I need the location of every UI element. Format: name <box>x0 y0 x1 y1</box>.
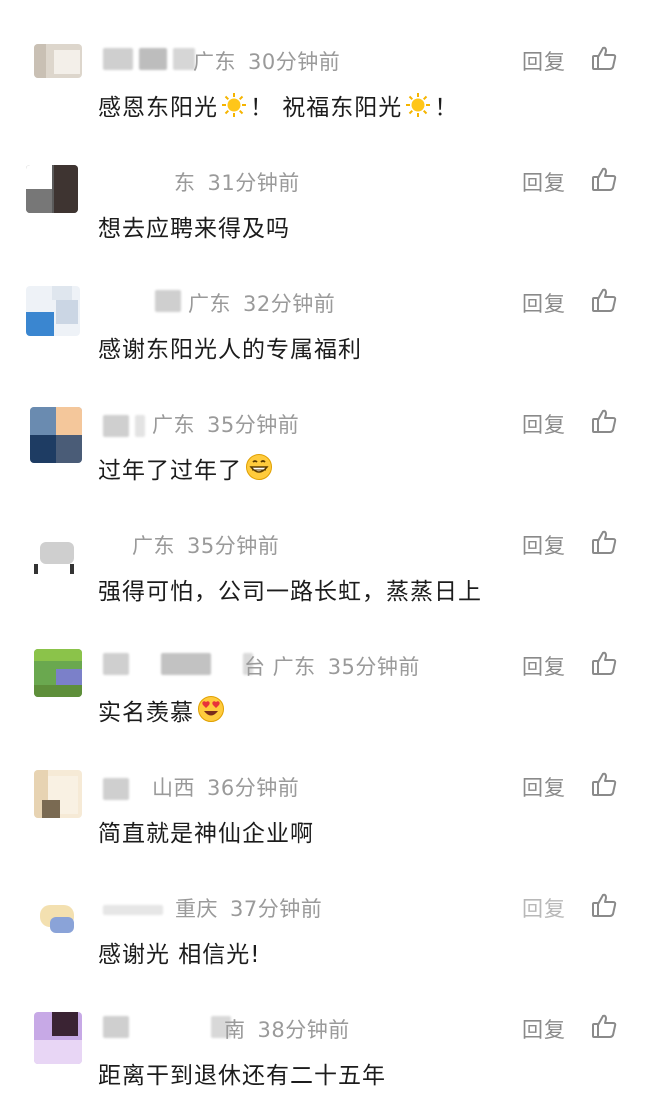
timestamp: 36分钟前 <box>207 776 300 800</box>
comment-list: 广东 30分钟前 感恩东阳光 ！ 祝福东阳光 ！ 回复 东 31分钟前 想去应聘来得… <box>0 0 650 1104</box>
avatar[interactable] <box>26 165 78 213</box>
reply-button[interactable]: 回复 <box>522 46 566 76</box>
avatar[interactable] <box>30 528 80 576</box>
thumbs-up-icon[interactable] <box>590 528 618 556</box>
comment-text: 强得可怕，公司一路长虹，蒸蒸日上 <box>98 579 482 605</box>
comment-item: 台 广东 35分钟前 实名羡慕 回复 <box>0 649 650 770</box>
reply-button[interactable]: 回复 <box>522 1014 566 1044</box>
comment-text: 想去应聘来得及吗 <box>98 216 290 242</box>
grinning-face-emoji <box>245 453 273 487</box>
username-blurred[interactable] <box>103 415 145 437</box>
thumbs-up-icon[interactable] <box>590 1012 618 1040</box>
location: 重庆 <box>175 897 218 921</box>
reply-button[interactable]: 回复 <box>522 772 566 802</box>
comment-meta: 东 31分钟前 <box>174 167 300 197</box>
comment-item: 广东 30分钟前 感恩东阳光 ！ 祝福东阳光 ！ 回复 <box>0 44 650 165</box>
location: 东 <box>174 171 196 195</box>
comment-meta: 广东 32分钟前 <box>188 288 335 318</box>
comment-meta: 广东 30分钟前 <box>193 46 340 76</box>
sun-emoji <box>221 92 247 124</box>
comment-item: 东 31分钟前 想去应聘来得及吗 回复 <box>0 165 650 286</box>
comment-meta: 广东 35分钟前 <box>132 530 279 560</box>
thumbs-up-icon[interactable] <box>590 649 618 677</box>
avatar[interactable] <box>30 407 82 463</box>
comment-text: 距离干到退休还有二十五年 <box>98 1063 386 1089</box>
avatar[interactable] <box>34 770 82 818</box>
thumbs-up-icon[interactable] <box>590 891 618 919</box>
reply-button[interactable]: 回复 <box>522 651 566 681</box>
timestamp: 38分钟前 <box>257 1018 350 1042</box>
comment-meta: 重庆 37分钟前 <box>175 893 322 923</box>
username-blurred[interactable] <box>103 653 253 675</box>
avatar[interactable] <box>34 649 82 697</box>
username-blurred[interactable] <box>103 1016 231 1038</box>
timestamp: 31分钟前 <box>207 171 300 195</box>
timestamp: 37分钟前 <box>230 897 323 921</box>
reply-button[interactable]: 回复 <box>522 893 566 923</box>
comment-text: 感恩东阳光 ！ 祝福东阳光 ！ <box>98 88 458 124</box>
thumbs-up-icon[interactable] <box>590 407 618 435</box>
avatar[interactable] <box>36 899 80 939</box>
timestamp: 32分钟前 <box>243 292 336 316</box>
location: 广东 <box>188 292 231 316</box>
comment-item: 山西 36分钟前 简直就是神仙企业啊 回复 <box>0 770 650 891</box>
comment-item: 广东 32分钟前 感谢东阳光人的专属福利 回复 <box>0 286 650 407</box>
comment-text: 过年了过年了 <box>98 451 276 487</box>
thumbs-up-icon[interactable] <box>590 165 618 193</box>
sun-emoji <box>405 92 431 124</box>
thumbs-up-icon[interactable] <box>590 770 618 798</box>
reply-button[interactable]: 回复 <box>522 530 566 560</box>
location: 广东 <box>193 50 236 74</box>
comment-item: 南 38分钟前 距离干到退休还有二十五年 回复 <box>0 1012 650 1104</box>
comment-item: 重庆 37分钟前 感谢光 相信光! 回复 <box>0 891 650 1012</box>
avatar[interactable] <box>34 44 82 78</box>
username-blurred[interactable] <box>103 778 129 800</box>
username-blurred[interactable] <box>103 899 163 921</box>
username-blurred[interactable] <box>155 290 181 312</box>
timestamp: 35分钟前 <box>207 413 300 437</box>
comment-item: 广东 35分钟前 强得可怕，公司一路长虹，蒸蒸日上 回复 <box>0 528 650 649</box>
timestamp: 35分钟前 <box>327 655 420 679</box>
timestamp: 30分钟前 <box>248 50 341 74</box>
location: 台 广东 <box>244 655 316 679</box>
location: 广东 <box>152 413 195 437</box>
comment-meta: 台 广东 35分钟前 <box>244 651 420 681</box>
avatar[interactable] <box>34 1012 82 1064</box>
comment-meta: 南 38分钟前 <box>224 1014 350 1044</box>
reply-button[interactable]: 回复 <box>522 288 566 318</box>
comment-text: 感谢光 相信光! <box>98 942 261 968</box>
comment-text: 实名羡慕 <box>98 693 228 729</box>
reply-button[interactable]: 回复 <box>522 167 566 197</box>
comment-meta: 山西 36分钟前 <box>152 772 299 802</box>
location: 南 <box>224 1018 246 1042</box>
comment-meta: 广东 35分钟前 <box>152 409 299 439</box>
heart-eyes-emoji <box>197 695 225 729</box>
comment-text: 感谢东阳光人的专属福利 <box>98 337 362 363</box>
thumbs-up-icon[interactable] <box>590 44 618 72</box>
comment-text: 简直就是神仙企业啊 <box>98 821 314 847</box>
thumbs-up-icon[interactable] <box>590 286 618 314</box>
location: 广东 <box>132 534 175 558</box>
location: 山西 <box>152 776 195 800</box>
comment-item: 广东 35分钟前 过年了过年了 回复 <box>0 407 650 528</box>
avatar[interactable] <box>26 286 80 336</box>
username-blurred[interactable] <box>103 48 195 70</box>
reply-button[interactable]: 回复 <box>522 409 566 439</box>
timestamp: 35分钟前 <box>187 534 280 558</box>
